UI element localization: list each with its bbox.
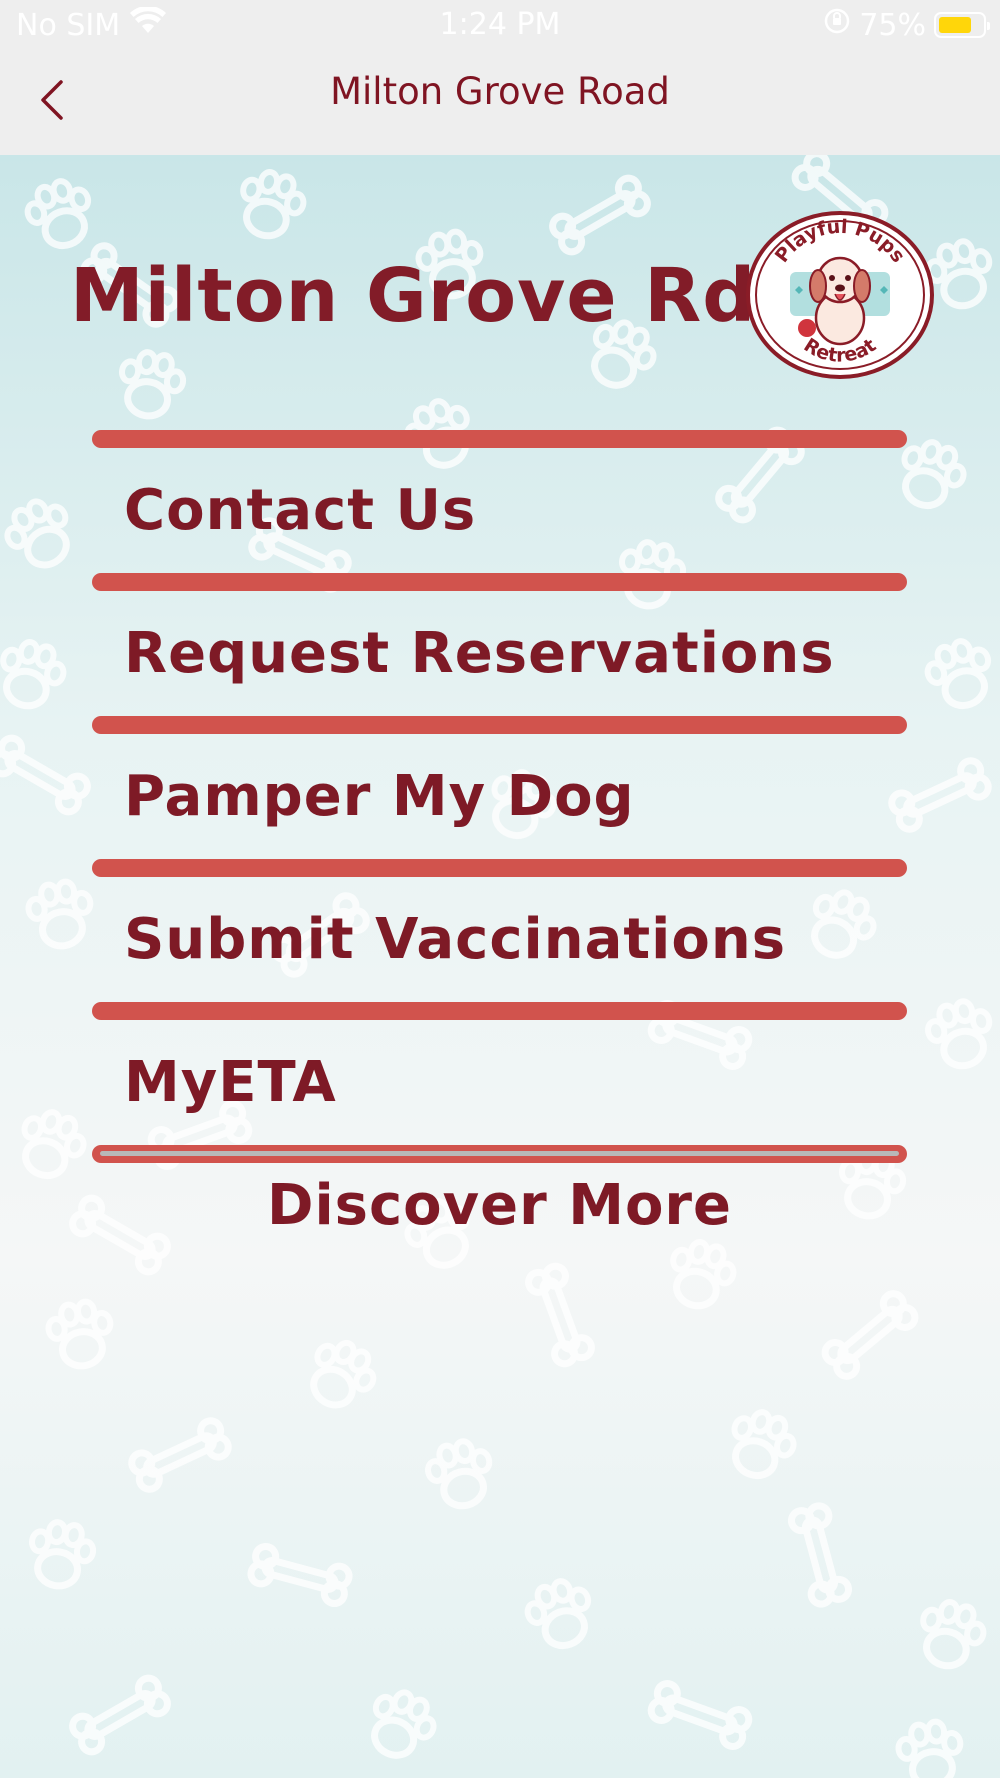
menu-divider xyxy=(92,716,907,734)
nav-title: Milton Grove Road xyxy=(330,70,670,113)
menu-divider xyxy=(92,1002,907,1020)
orientation-lock-icon xyxy=(823,7,851,43)
status-right-group: 75% xyxy=(823,7,990,43)
main-menu: Contact Us Request Reservations Pamper M… xyxy=(92,430,907,1238)
menu-divider xyxy=(92,1145,907,1163)
battery-icon xyxy=(934,12,990,38)
status-bar: No SIM 1:24 PM 75% xyxy=(0,0,1000,52)
menu-item-request-reservations[interactable]: Request Reservations xyxy=(92,591,907,716)
playful-pups-retreat-logo: Playful Pups Retreat xyxy=(746,211,934,379)
battery-fill xyxy=(939,17,971,33)
menu-divider xyxy=(92,859,907,877)
discover-more-button[interactable]: Discover More xyxy=(92,1173,907,1238)
menu-divider xyxy=(92,430,907,448)
navigation-bar: Milton Grove Road xyxy=(0,52,1000,155)
menu-item-submit-vaccinations[interactable]: Submit Vaccinations xyxy=(92,877,907,1002)
location-title: Milton Grove Rd xyxy=(70,253,757,339)
menu-item-contact-us[interactable]: Contact Us xyxy=(92,448,907,573)
battery-percent: 75% xyxy=(859,7,926,43)
menu-item-pamper-my-dog[interactable]: Pamper My Dog xyxy=(92,734,907,859)
menu-item-myeta[interactable]: MyETA xyxy=(92,1020,907,1145)
menu-divider xyxy=(92,573,907,591)
main-content: Milton Grove Rd Playful Pups Retreat Con… xyxy=(0,155,1000,1778)
